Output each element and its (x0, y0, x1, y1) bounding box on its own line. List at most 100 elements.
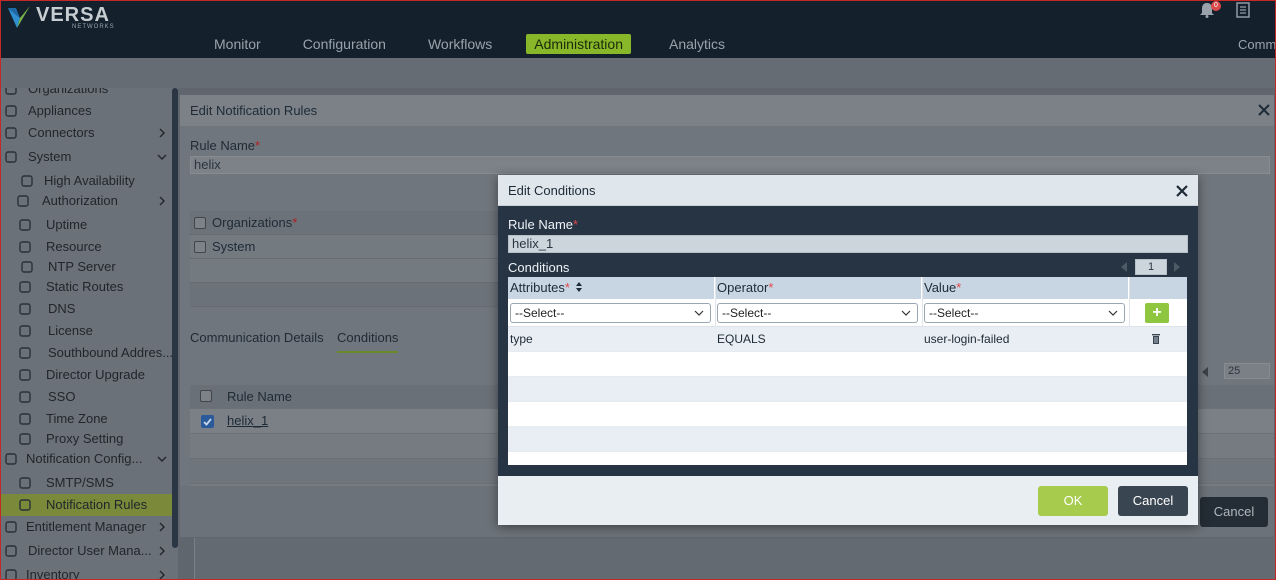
nav-analytics[interactable]: Analytics (661, 34, 733, 54)
sidebar-item-ntp-server[interactable]: NTP Server (0, 256, 172, 278)
nav-overflow-commit[interactable]: Comm (1238, 37, 1276, 52)
sidebar-item-sso[interactable]: SSO (0, 386, 172, 408)
sort-icon[interactable] (575, 281, 583, 293)
organizations-checkbox[interactable] (194, 217, 206, 229)
sidebar: Organizations Appliances Connectors System H… (0, 88, 178, 580)
sidebar-item-uptime[interactable]: Uptime (0, 214, 172, 236)
sidebar-item-inventory[interactable]: Inventory (0, 564, 172, 580)
rule-name-input[interactable]: helix (190, 156, 1270, 174)
high-availability-icon (21, 175, 33, 187)
sidebar-item-director-upgrade[interactable]: Director Upgrade (0, 364, 172, 386)
chevron-down-icon[interactable] (156, 453, 168, 465)
nav-monitor[interactable]: Monitor (206, 34, 269, 54)
condition-attribute: type (510, 332, 533, 346)
sidebar-item-time-zone[interactable]: Time Zone (0, 408, 172, 430)
sidebar-item-label: DNS (48, 301, 76, 316)
sidebar-item-label: Resource (46, 239, 102, 254)
sidebar-item-license[interactable]: License (0, 320, 172, 342)
system-row-label: System (212, 239, 256, 254)
page-number-input[interactable]: 1 (1135, 259, 1167, 275)
system-checkbox[interactable] (194, 241, 206, 253)
document-icon[interactable] (1236, 2, 1250, 18)
notification-rules-icon (19, 499, 31, 511)
sidebar-item-label: SSO (48, 389, 76, 404)
close-icon[interactable] (1176, 185, 1188, 197)
chevron-down-icon (694, 310, 704, 316)
authorization-icon (17, 195, 29, 207)
trash-icon[interactable] (1151, 333, 1161, 345)
organizations-icon (5, 88, 17, 95)
conditions-table-header: Attributes* Operator* Value* (508, 277, 1187, 299)
row-checkbox-checked[interactable] (201, 415, 214, 428)
chevron-right-icon[interactable] (156, 521, 168, 533)
nav-workflows[interactable]: Workflows (420, 34, 500, 54)
rule-name-link[interactable]: helix_1 (227, 413, 268, 428)
license-icon (19, 325, 31, 337)
tab-communication-details[interactable]: Communication Details (190, 330, 324, 345)
rule-name-input[interactable]: helix_1 (508, 235, 1188, 253)
ok-button[interactable]: OK (1038, 486, 1108, 516)
director-user-management-icon (5, 545, 17, 557)
notification-cancel-button[interactable]: Cancel (1200, 497, 1268, 527)
sidebar-item-entitlement-manager[interactable]: Entitlement Manager (0, 516, 172, 538)
conditions-dialog-body: Rule Name* helix_1 Conditions 1 Attribut… (498, 206, 1198, 476)
sidebar-item-appliances[interactable]: Appliances (0, 100, 172, 122)
main-nav: Monitor Configuration Workflows Administ… (206, 34, 753, 54)
pager-prev-icon[interactable] (1202, 367, 1208, 377)
add-condition-button[interactable]: + (1145, 303, 1169, 323)
page-prev-icon[interactable] (1121, 262, 1127, 272)
sidebar-item-dns[interactable]: DNS (0, 298, 172, 320)
sidebar-item-label: Director User Mana... (28, 543, 152, 558)
chevron-right-icon[interactable] (156, 569, 168, 580)
operator-select[interactable]: --Select-- (717, 303, 918, 323)
new-condition-row: --Select-- --Select-- --Select-- + (508, 299, 1187, 327)
page-size-input[interactable]: 25 (1224, 363, 1270, 379)
sidebar-item-label: Uptime (46, 217, 88, 232)
sidebar-item-southbound-addres[interactable]: Southbound Addres... (0, 342, 173, 364)
sidebar-item-high-availability[interactable]: High Availability (0, 170, 172, 192)
director-upgrade-icon (19, 369, 31, 381)
column-attributes[interactable]: Attributes* (508, 277, 715, 299)
cancel-button[interactable]: Cancel (1118, 486, 1188, 516)
sidebar-item-smtp-sms[interactable]: SMTP/SMS (0, 472, 172, 494)
sidebar-item-label: NTP Server (48, 259, 116, 274)
sub-bar (0, 58, 1276, 88)
conditions-dialog-header: Edit Conditions (498, 175, 1198, 206)
conditions-table: Attributes* Operator* Value* --Select-- … (508, 277, 1187, 465)
chevron-right-icon[interactable] (156, 545, 168, 557)
select-all-checkbox[interactable] (200, 390, 212, 402)
time-zone-icon (19, 413, 31, 425)
sidebar-item-director-user-mana[interactable]: Director User Mana... (0, 540, 172, 562)
page-next-icon[interactable] (1174, 262, 1180, 272)
sidebar-item-notification-rules[interactable]: Notification Rules (0, 494, 172, 516)
chevron-down-icon[interactable] (156, 151, 168, 163)
attribute-select[interactable]: --Select-- (510, 303, 711, 323)
versa-logo[interactable]: VERSA NETWORKS (6, 4, 114, 30)
sidebar-item-authorization[interactable]: Authorization (0, 190, 172, 212)
chevron-right-icon[interactable] (156, 127, 168, 139)
sidebar-item-connectors[interactable]: Connectors (0, 122, 172, 144)
sidebar-item-label: Time Zone (46, 411, 108, 426)
edit-conditions-dialog: Edit Conditions Rule Name* helix_1 Condi… (498, 175, 1198, 525)
table-row[interactable]: type EQUALS user-login-failed (508, 327, 1187, 352)
nav-configuration[interactable]: Configuration (295, 34, 394, 54)
sidebar-item-proxy-setting[interactable]: Proxy Setting (0, 428, 172, 450)
value-select[interactable]: --Select-- (924, 303, 1125, 323)
resource-icon (19, 241, 31, 253)
tab-conditions[interactable]: Conditions (337, 330, 399, 353)
column-value[interactable]: Value* (922, 277, 1129, 299)
sidebar-item-static-routes[interactable]: Static Routes (0, 276, 172, 298)
column-operator[interactable]: Operator* (715, 277, 922, 299)
chevron-right-icon[interactable] (156, 195, 168, 207)
close-icon[interactable] (1258, 104, 1270, 116)
sidebar-item-resource[interactable]: Resource (0, 236, 172, 258)
nav-administration[interactable]: Administration (526, 34, 631, 54)
chevron-down-icon (901, 310, 911, 316)
sidebar-item-notification-config[interactable]: Notification Config... (0, 448, 172, 470)
sidebar-item-system[interactable]: System (0, 146, 172, 168)
chevron-down-icon (1108, 310, 1118, 316)
sidebar-item-label: License (48, 323, 93, 338)
column-actions (1129, 277, 1187, 299)
main-content-lower (194, 538, 1276, 580)
sidebar-item-organizations[interactable]: Organizations (0, 88, 172, 100)
